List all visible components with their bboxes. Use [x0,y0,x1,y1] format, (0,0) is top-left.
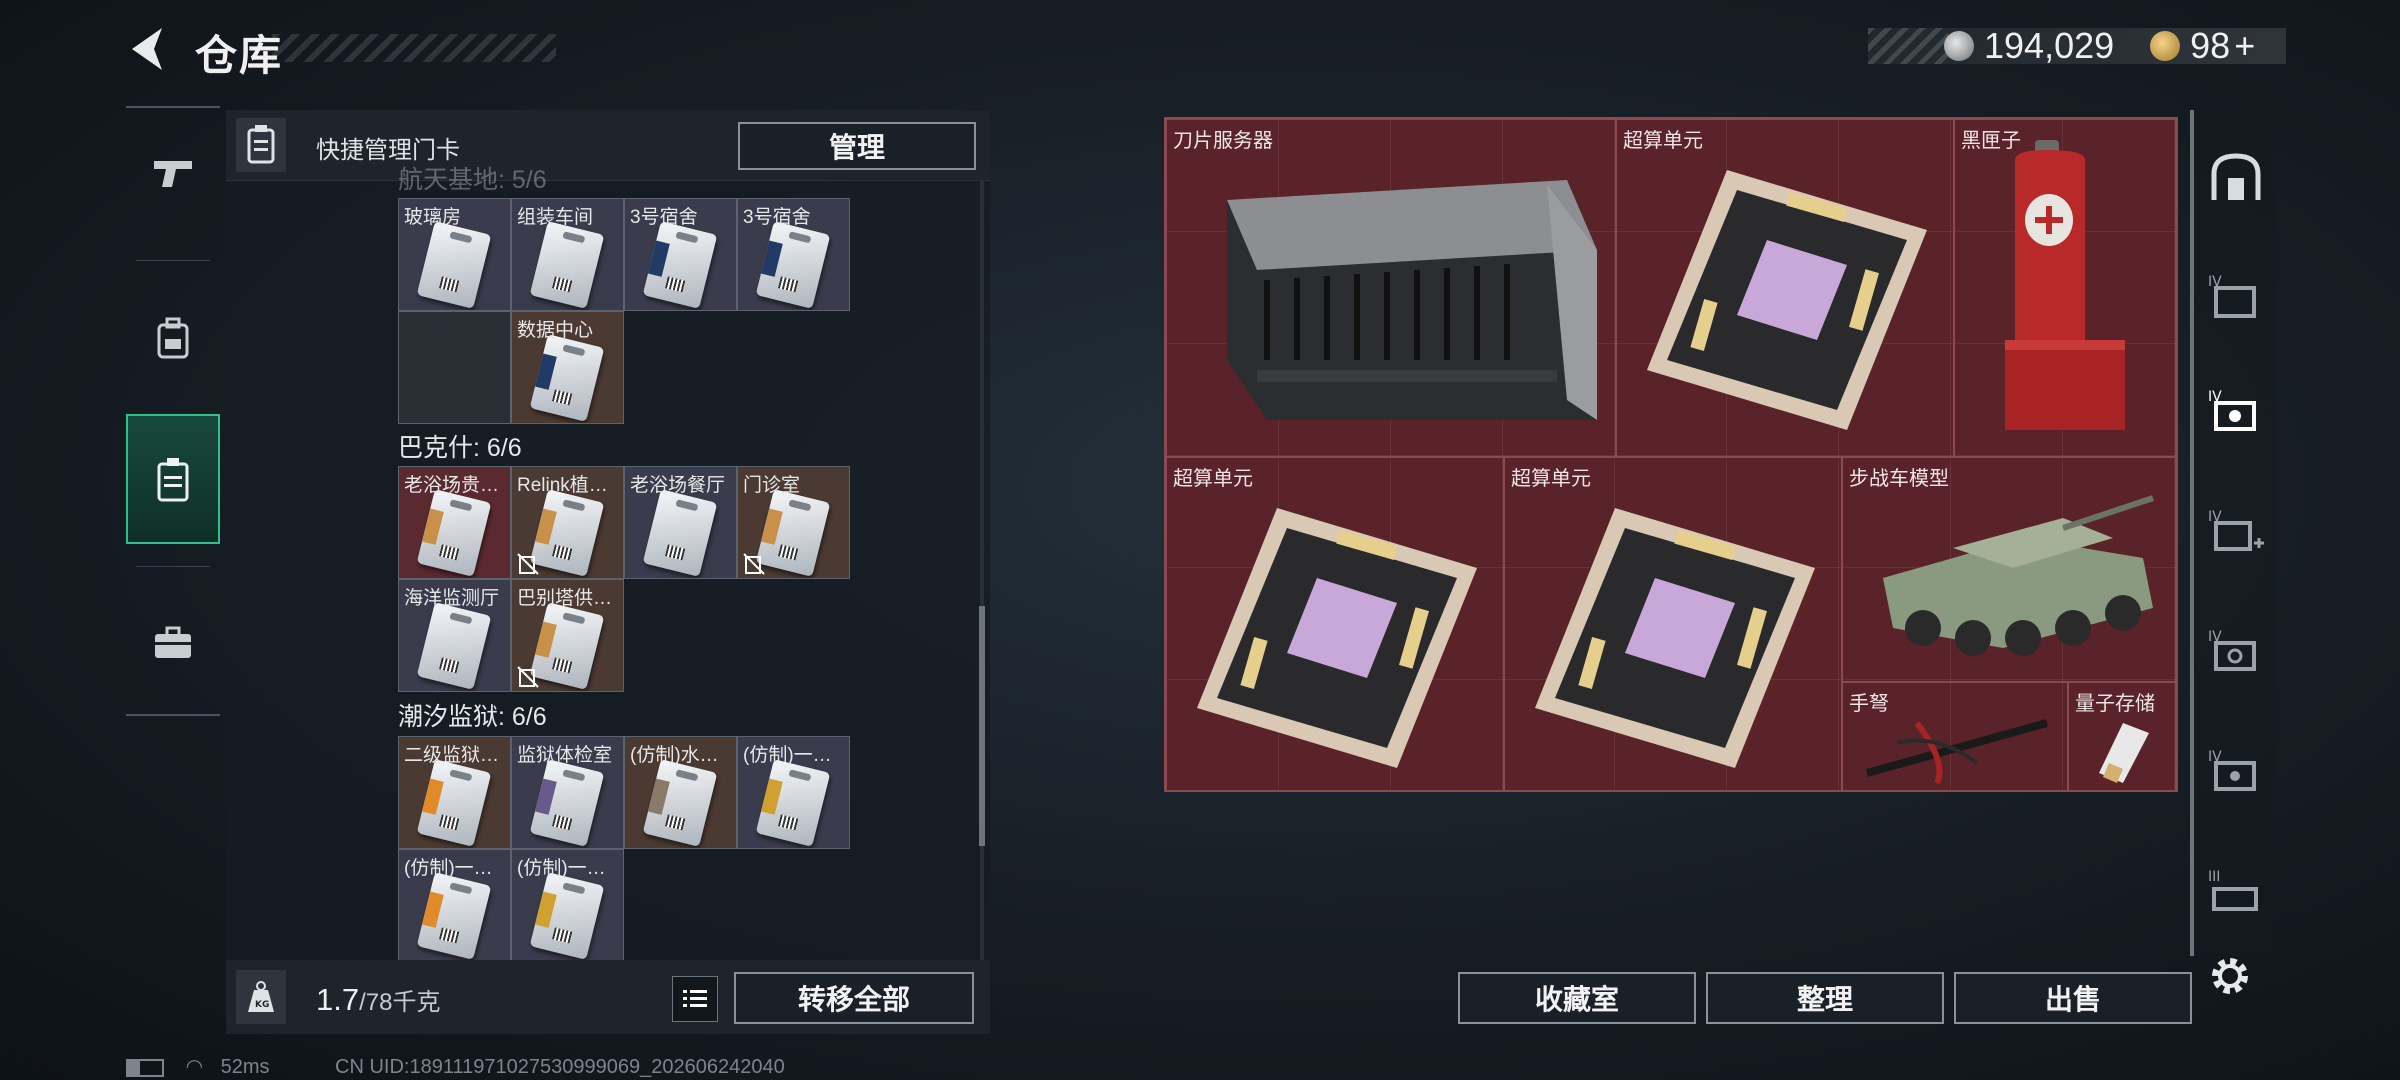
item-compute-unit[interactable]: 超算单元 [1166,457,1504,792]
storage-3-workbench-icon[interactable]: III [2208,865,2264,921]
backpack-icon [157,317,189,359]
no-transfer-icon [743,553,765,575]
currency-bar: 194,029 98 + [1868,25,2286,67]
keycard-slot[interactable]: (仿制)一… [511,849,624,962]
keycard-icon [157,458,189,502]
item-blade-server[interactable]: 刀片服务器 [1166,119,1616,457]
scrollbar-thumb[interactable] [979,606,985,846]
tab-equipment[interactable] [126,274,220,404]
gold-coin-icon [2150,31,2181,61]
weight-icon: KG [236,970,286,1024]
item-ifv-model[interactable]: 步战车模型 [1842,457,2176,682]
tab-supplies[interactable] [126,578,220,708]
sell-button[interactable]: 出售 [1954,972,2192,1024]
wifi-icon: ◠ [185,1056,204,1078]
storage-4-keycard-icon[interactable]: IV [2208,385,2264,441]
section-title-prison: 潮汐监狱: 6/6 [398,703,547,731]
keycard-slot[interactable]: 老浴场餐厅 [624,466,737,579]
keycard-slot[interactable]: 数据中心 [511,311,624,424]
list-icon [683,990,707,1007]
add-currency-button[interactable]: + [2234,25,2255,67]
keycard-slot[interactable]: Relink植… [511,466,624,579]
item-black-box[interactable]: 黑匣子 [1954,119,2176,457]
keycard-slot[interactable]: 3号宿舍 [624,198,737,311]
item-crossbow[interactable]: 手弩 [1842,682,2068,792]
keycard-slot[interactable]: (仿制)一… [398,849,511,962]
svg-text:III: III [2208,869,2220,885]
item-compute-unit[interactable]: 超算单元 [1616,119,1954,457]
item-quantum-storage[interactable]: 量子存储 [2068,682,2176,792]
storage-4-locker-icon[interactable]: IV [2208,745,2264,801]
title-decoration [272,34,556,62]
collection-room-button[interactable]: 收藏室 [1458,972,1696,1024]
weight-readout: 1.7/78千克 [316,982,440,1018]
back-arrow-icon[interactable] [124,24,172,74]
keycard-slot[interactable]: 监狱体检室 [511,736,624,849]
settings-gear-icon[interactable] [2206,952,2254,1000]
section-title-faded: 航天基地: 5/6 [398,166,547,194]
weight-value: 1.7 [316,982,360,1017]
keycard-slot[interactable]: 二级监狱… [398,736,511,849]
category-rail [126,106,220,716]
keycard-slot[interactable]: 老浴场贵… [398,466,511,579]
keycard-slot[interactable]: 巴别塔供… [511,579,624,692]
keycard-manage-icon [236,118,286,172]
storage-4-folder-icon[interactable]: IV [2208,270,2264,326]
currency-1-value: 194,029 [1984,25,2115,66]
silver-coin-icon [1944,31,1974,61]
vault-icon[interactable] [2208,150,2264,206]
tab-keycards[interactable] [126,414,220,544]
keycard-slot[interactable]: (仿制)一… [737,736,850,849]
no-transfer-icon [517,553,539,575]
battery-icon [126,1058,164,1077]
sort-button[interactable]: 整理 [1706,972,1944,1024]
storage-grid: 刀片服务器 超算单元 黑匣子 超算单元 超算单元 步战车模型 手弩 量子存储 [1164,117,2178,792]
keycard-slot[interactable]: 组装车间 [511,198,624,311]
uid-text: CN UID:1891119710275309990​69_2026062420… [335,1056,785,1078]
keycard-slot[interactable]: 海洋监测厅 [398,579,511,692]
svg-text:KG: KG [255,1000,269,1010]
manage-button[interactable]: 管理 [738,122,976,170]
item-compute-unit[interactable]: 超算单元 [1504,457,1842,792]
weight-max: /78千克 [359,989,441,1016]
storage-4-safe-icon[interactable]: IV [2208,625,2264,681]
gun-icon [154,161,192,187]
status-bar: ◠ 52ms CN UID:1891119710275309990​69_202… [126,1054,785,1079]
storage-4-medical-icon[interactable]: IV [2208,505,2264,561]
ping-value: 52ms [220,1056,270,1078]
keycard-slot[interactable]: (仿制)水… [624,736,737,849]
storage-tab-rail: IV IV IV IV IV III [2190,110,2276,956]
keycard-slot[interactable]: 门诊室 [737,466,850,579]
transfer-all-button[interactable]: 转移全部 [734,972,974,1024]
no-transfer-icon [517,666,539,688]
keycard-slot[interactable]: 玻璃房 [398,198,511,311]
currency-2-value: 98 [2190,25,2231,66]
page-title: 仓库 [195,32,284,79]
briefcase-icon [155,626,191,658]
section-title-bakshi: 巴克什: 6/6 [398,434,522,462]
keycard-slot[interactable]: 3号宿舍 [737,198,850,311]
tab-weapons[interactable] [126,108,220,238]
list-view-button[interactable] [672,976,718,1022]
keycard-slot-empty [398,311,511,424]
